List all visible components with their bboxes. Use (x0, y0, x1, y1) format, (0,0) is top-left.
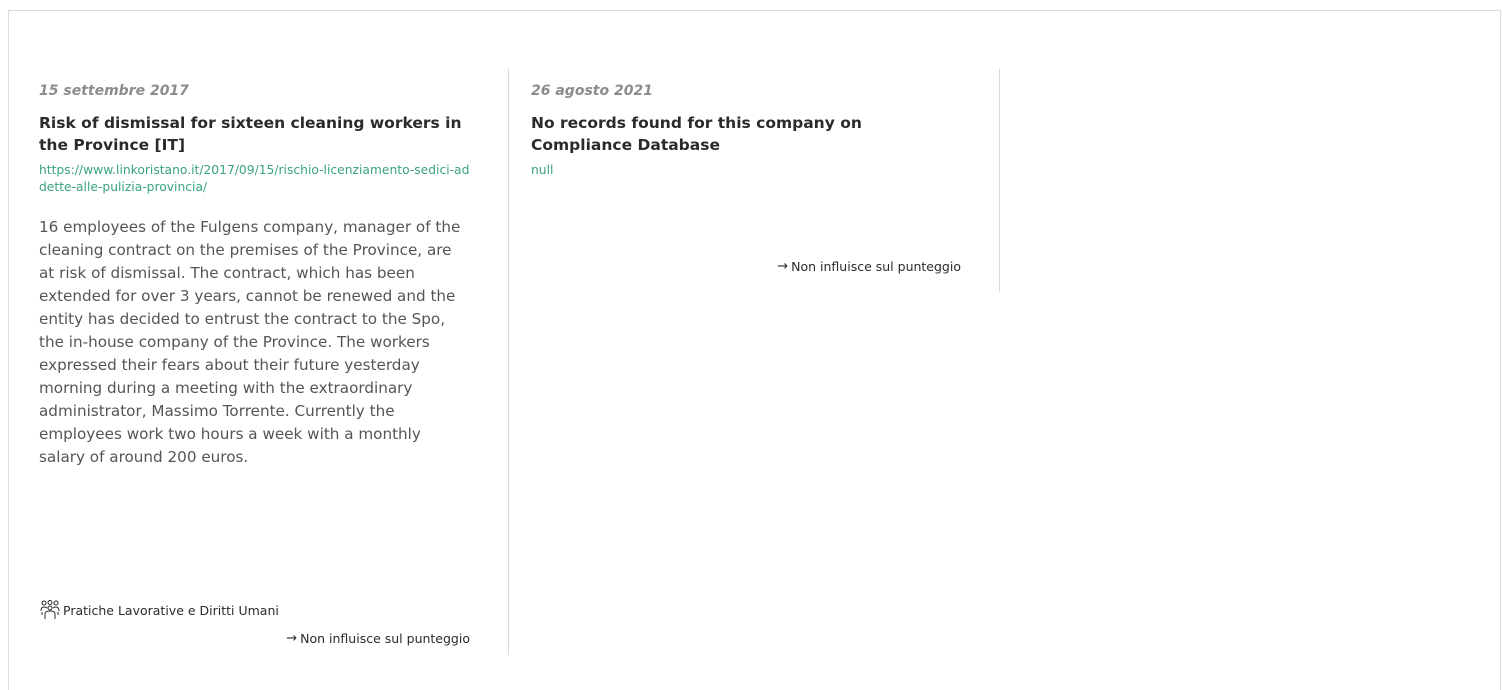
news-source-link[interactable]: null (531, 162, 961, 179)
score-impact: → Non influisce sul punteggio (777, 259, 961, 274)
news-body: 16 employees of the Fulgens company, man… (39, 218, 461, 466)
score-impact: → Non influisce sul punteggio (286, 631, 470, 646)
score-impact-label: Non influisce sul punteggio (300, 631, 470, 646)
news-category-label: Pratiche Lavorative e Diritti Umani (63, 602, 279, 618)
people-group-icon (40, 600, 60, 619)
news-category: Pratiche Lavorative e Diritti Umani (39, 599, 279, 621)
news-date: 26 agosto 2021 (531, 83, 653, 99)
news-source-link[interactable]: https://www.linkoristano.it/2017/09/15/r… (39, 162, 470, 196)
arrow-right-icon: → (777, 259, 789, 274)
news-card: 15 settembre 2017 Risk of dismissal for … (39, 69, 509, 655)
news-title: Risk of dismissal for sixteen cleaning w… (39, 114, 462, 154)
arrow-right-icon: → (286, 631, 298, 646)
news-panel: 15 settembre 2017 Risk of dismissal for … (8, 10, 1501, 690)
news-card: 26 agosto 2021 No records found for this… (531, 69, 1000, 292)
news-title: No records found for this company on Com… (531, 114, 862, 154)
news-date: 15 settembre 2017 (39, 83, 189, 99)
score-impact-label: Non influisce sul punteggio (791, 259, 961, 274)
